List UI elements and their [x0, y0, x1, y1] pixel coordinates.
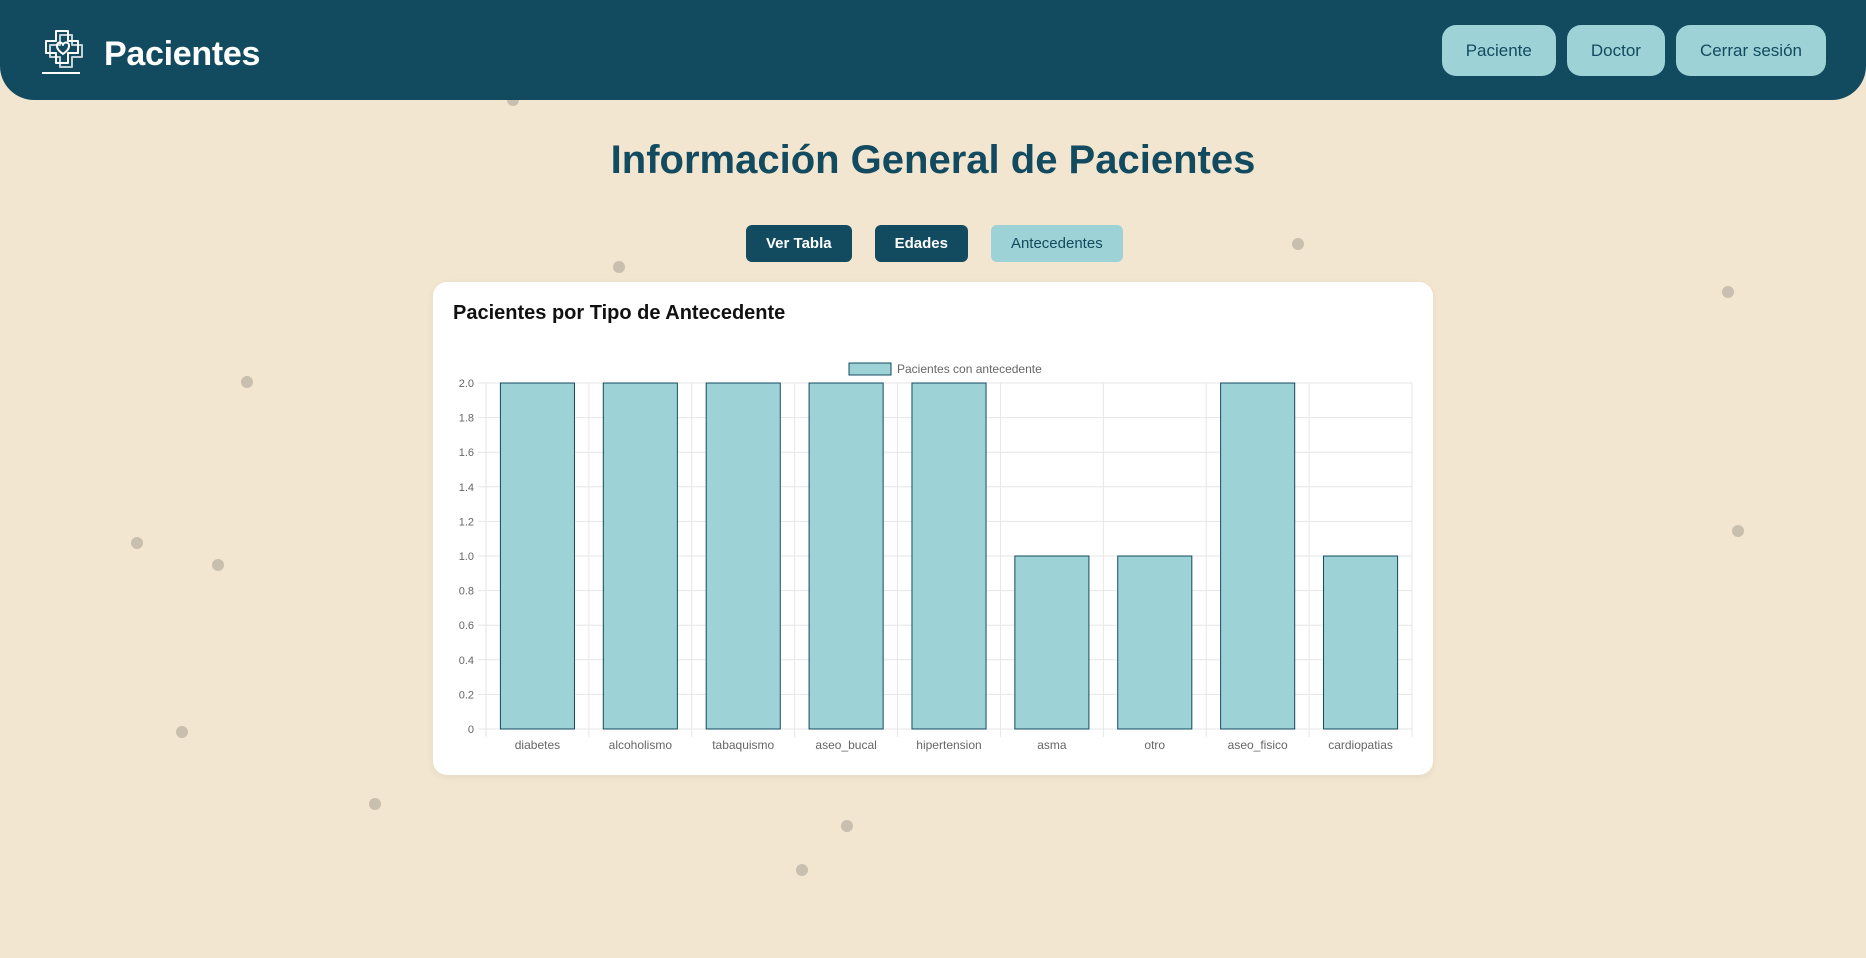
tab-antecedentes[interactable]: Antecedentes: [990, 225, 1123, 262]
x-tick-label: cardiopatias: [1328, 738, 1393, 752]
x-tick-label: tabaquismo: [712, 738, 774, 752]
x-tick-label: alcoholismo: [609, 738, 673, 752]
background-dot: [841, 820, 853, 832]
background-dot: [1292, 238, 1304, 250]
y-tick-label: 0.4: [459, 655, 474, 667]
y-tick-label: 1.0: [459, 551, 474, 563]
x-tick-label: otro: [1144, 738, 1165, 752]
bar-tabaquismo: [705, 382, 781, 730]
top-navbar: Pacientes Paciente Doctor Cerrar sesión: [0, 0, 1866, 100]
bar-asma: [1014, 555, 1090, 730]
background-dot: [241, 376, 253, 388]
bar-aseo_bucal: [808, 382, 884, 730]
x-tick-label: aseo_bucal: [815, 738, 876, 752]
x-tick-label: hipertension: [916, 738, 981, 752]
y-tick-label: 1.4: [459, 482, 474, 494]
brand: Pacientes: [40, 27, 260, 82]
x-tick-label: aseo_fisico: [1228, 738, 1288, 752]
doctor-button[interactable]: Doctor: [1566, 25, 1665, 76]
background-dot: [369, 798, 381, 810]
page-title: Información General de Pacientes: [610, 138, 1256, 182]
bar-otro: [1117, 555, 1193, 730]
heart-cross-logo-icon: [40, 27, 86, 82]
legend-label: Pacientes con antecedente: [897, 362, 1042, 376]
paciente-button[interactable]: Paciente: [1441, 25, 1556, 76]
tab-edades[interactable]: Edades: [874, 225, 968, 262]
y-tick-label: 2.0: [459, 378, 474, 390]
background-dot: [796, 864, 808, 876]
background-dot: [212, 559, 224, 571]
header-nav: Paciente Doctor Cerrar sesión: [1441, 25, 1826, 76]
background-dot: [1722, 286, 1734, 298]
logout-button[interactable]: Cerrar sesión: [1675, 25, 1826, 76]
legend-swatch: [848, 362, 892, 376]
y-tick-label: 0.8: [459, 586, 474, 598]
tab-ver-tabla[interactable]: Ver Tabla: [746, 225, 852, 262]
view-tabs: Ver Tabla Edades Antecedentes: [746, 225, 1123, 262]
y-tick-label: 1.2: [459, 516, 474, 528]
app-title: Pacientes: [104, 35, 261, 73]
y-tick-label: 1.8: [459, 413, 474, 425]
bar-diabetes: [499, 382, 575, 730]
bar-alcoholismo: [602, 382, 678, 730]
chart-card: Pacientes por Tipo de Antecedente 0 0.2 0.…: [433, 282, 1433, 775]
y-tick-label: 1.6: [459, 447, 474, 459]
background-dot: [131, 537, 143, 549]
y-tick-label: 0.2: [459, 689, 474, 701]
bar-aseo_fisico: [1220, 382, 1296, 730]
y-tick-label: 0: [468, 724, 474, 736]
y-tick-label: 0.6: [459, 620, 474, 632]
bar-cardiopatias: [1323, 555, 1399, 730]
background-dot: [176, 726, 188, 738]
bar-hipertension: [911, 382, 987, 730]
bar-chart: 0 0.2 0.4 0.6 0.8 1.0 1.2 1.4 1.6 1.8 2.0 diabetes a…: [459, 362, 1413, 752]
x-tick-label: diabetes: [515, 738, 560, 752]
background-dot: [613, 261, 625, 273]
background-dot: [1732, 525, 1744, 537]
x-tick-label: asma: [1037, 738, 1067, 752]
